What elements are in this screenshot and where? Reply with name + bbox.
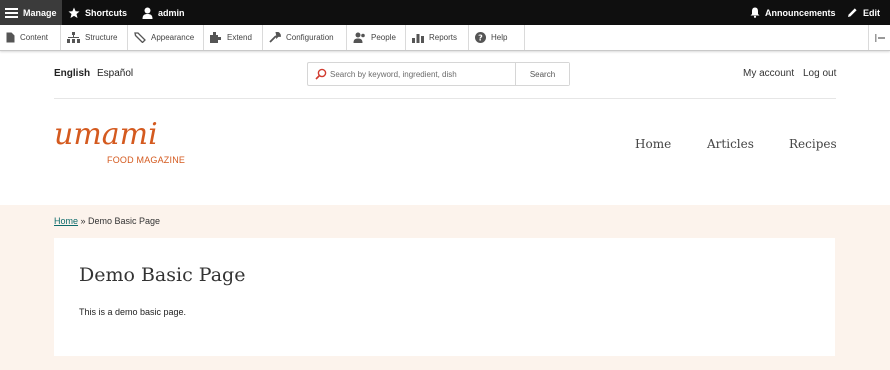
svg-text:?: ?: [478, 34, 483, 43]
site-logo[interactable]: umami FOOD MAGAZINE: [54, 117, 185, 166]
header-divider: [54, 98, 836, 99]
manage-label: Manage: [23, 7, 57, 18]
people-icon: [353, 32, 365, 43]
page-title: Demo Basic Page: [79, 264, 246, 286]
announcements-label: Announcements: [765, 7, 836, 18]
tray-label-configuration: Configuration: [286, 33, 334, 42]
help-icon: ?: [475, 32, 486, 43]
bell-icon: [750, 7, 760, 18]
tray-item-people[interactable]: People: [347, 25, 406, 50]
admin-tray: Content Structure Appearance Extend Conf…: [0, 25, 890, 51]
tray-label-help: Help: [491, 33, 508, 42]
breadcrumb-home-link[interactable]: Home: [54, 216, 78, 226]
admin-toolbar: Manage Shortcuts admin Announcements Edi…: [0, 0, 890, 25]
content-card: Demo Basic Page This is a demo basic pag…: [54, 238, 835, 356]
log-out-link[interactable]: Log out: [803, 68, 836, 79]
tray-item-content[interactable]: Content: [0, 25, 61, 50]
tray-orientation-toggle[interactable]: [868, 25, 890, 50]
tray-label-structure: Structure: [85, 33, 118, 42]
tray-item-extend[interactable]: Extend: [204, 25, 263, 50]
tray-label-extend: Extend: [227, 33, 252, 42]
manage-button[interactable]: Manage: [0, 0, 62, 25]
breadcrumb-current: Demo Basic Page: [88, 216, 161, 226]
tray-item-reports[interactable]: Reports: [406, 25, 469, 50]
announcements-button[interactable]: Announcements: [750, 0, 836, 25]
nav-home-link[interactable]: Home: [635, 137, 671, 151]
shortcuts-button[interactable]: Shortcuts: [68, 0, 127, 25]
nav-recipes-link[interactable]: Recipes: [789, 137, 837, 151]
tray-item-structure[interactable]: Structure: [61, 25, 128, 50]
content-icon: [6, 32, 15, 43]
breadcrumb: Home » Demo Basic Page: [54, 216, 160, 226]
pencil-icon: [848, 8, 857, 17]
structure-icon: [67, 32, 80, 43]
tray-item-appearance[interactable]: Appearance: [128, 25, 204, 50]
orientation-icon: [874, 33, 885, 42]
tray-label-content: Content: [20, 33, 49, 42]
star-icon: [68, 7, 80, 18]
hamburger-icon: [5, 7, 18, 18]
shortcuts-label: Shortcuts: [85, 7, 128, 18]
tray-item-configuration[interactable]: Configuration: [263, 25, 347, 50]
appearance-icon: [134, 32, 146, 43]
edit-label: Edit: [863, 7, 880, 18]
page-body-text: This is a demo basic page.: [79, 307, 187, 317]
extend-icon: [210, 32, 221, 43]
nav-articles-link[interactable]: Articles: [707, 137, 754, 151]
tray-item-help[interactable]: ? Help: [469, 25, 525, 50]
reports-icon: [412, 34, 424, 43]
tray-label-appearance: Appearance: [151, 33, 195, 42]
logo-tagline: FOOD MAGAZINE: [107, 155, 186, 165]
language-english-link[interactable]: English: [54, 68, 90, 79]
search-button[interactable]: Search: [515, 63, 569, 85]
user-button[interactable]: admin: [142, 0, 185, 25]
breadcrumb-separator: »: [78, 216, 89, 226]
search-icon: [315, 68, 327, 80]
logo-wordmark: umami: [54, 117, 158, 152]
my-account-link[interactable]: My account: [743, 68, 794, 79]
tray-label-reports: Reports: [429, 33, 458, 42]
edit-button[interactable]: Edit: [847, 0, 880, 25]
wrench-icon: [269, 32, 281, 43]
language-spanish-link[interactable]: Español: [97, 68, 133, 79]
tray-label-people: People: [371, 33, 396, 42]
search-form: Search: [307, 62, 570, 86]
user-label: admin: [158, 7, 185, 18]
user-icon: [142, 7, 153, 19]
search-input[interactable]: [308, 63, 515, 85]
